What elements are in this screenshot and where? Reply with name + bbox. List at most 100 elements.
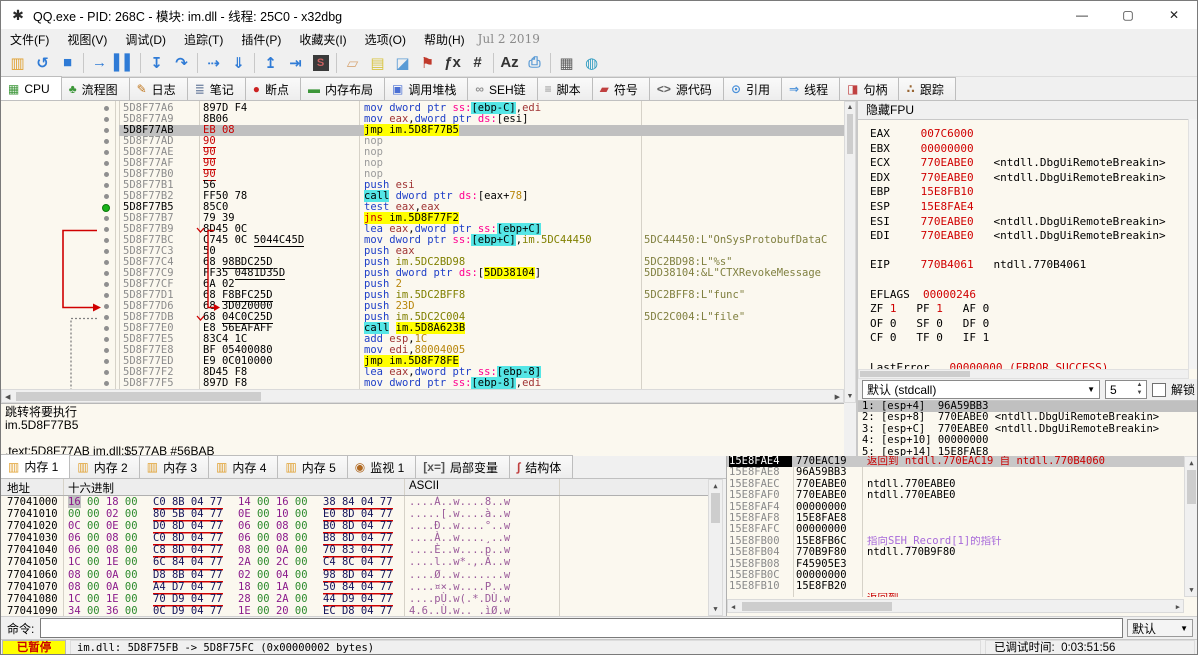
calculator-icon[interactable]: ▦ [554,51,579,75]
register-row[interactable]: ZF 1 PF 1 AF 0 [870,302,1189,317]
dump-row[interactable]: 77041080 1C 00 1E 00 70 D9 04 77 28 00 2A 0… [1,593,708,605]
tab-watch-1[interactable]: ◉ 监视 1 [346,455,417,478]
restart-icon[interactable]: ↺ [30,51,55,75]
maximize-button[interactable]: ▢ [1105,1,1151,29]
device-icon[interactable]: ⎙ [522,51,547,75]
tab-source[interactable]: <> 源代码 [648,77,724,100]
stop-icon[interactable]: ■ [55,51,80,75]
calling-convention-select[interactable]: 默认 (stdcall) ▼ [862,380,1100,399]
dump-row[interactable]: 77041050 1C 00 1E 00 6C 84 04 77 2A 00 2C 0… [1,556,708,568]
register-row[interactable]: OF 0 SF 0 DF 0 [870,317,1189,332]
tab-symbols[interactable]: ▰ 符号 [591,77,650,100]
dump-row[interactable]: 77041040 06 00 08 00 C8 8D 04 77 08 00 0A 0… [1,544,708,556]
tab-memory-map[interactable]: ▬ 内存布局 [300,77,386,100]
stack-vscrollbar[interactable]: ▲ ▼ [1184,456,1197,597]
register-row[interactable]: ESP 15E8FAE4 [870,200,1189,215]
tab-struct[interactable]: ∫ 结构体 [509,455,574,478]
dump-row[interactable]: 77041000 16 00 18 00 C0 8B 04 77 14 00 16 0… [1,496,708,508]
tab-dump-3[interactable]: ▥ 内存 3 [138,455,210,478]
unlock-checkbox[interactable] [1151,382,1166,397]
disasm-vscrollbar[interactable]: ▲ ▼ [844,101,856,403]
stack-panel[interactable]: 15E8FAE4 770EAC19 返回到 ntdll.770EAC19 自 ntd… [726,456,1197,616]
patches-icon[interactable]: ▱ [340,51,365,75]
stack-hscrollbar[interactable]: ◀ ▶ [727,599,1184,613]
globe-icon[interactable]: ◍ [579,51,604,75]
dump-vscrollbar[interactable]: ▲ ▼ [708,479,723,616]
tab-threads[interactable]: ⇒ 线程 [781,77,841,100]
tab-call-stack[interactable]: ▣ 调用堆栈 [384,77,469,100]
tab-log[interactable]: ✎ 日志 [128,77,188,100]
run-icon[interactable]: → [87,51,112,75]
menu-item-4[interactable]: 插件(P) [232,29,290,50]
tab-handles[interactable]: ◨ 句柄 [839,77,900,100]
disasm-row[interactable]: 5D8F77F5 897D F8 mov dword ptr ss:[ebp-8],… [1,377,844,389]
minimize-button[interactable]: — [1059,1,1105,29]
disassembly-panel[interactable]: 5D8F77A6 897D F4 mov dword ptr ss:[ebp-C],… [1,101,844,389]
skip-syscall-icon[interactable]: S [308,51,333,75]
stack-row[interactable]: 15E8FAF0 770EABE0 ntdll.770EABE0 [727,489,1184,501]
run-to-selection-icon[interactable]: ⇢ [201,51,226,75]
register-row[interactable]: EBP 15E8FB10 [870,185,1189,200]
tab-references[interactable]: ⊙ 引用 [722,77,783,100]
stack-row[interactable]: 15E8FB10 15E8FB20 [727,580,1184,592]
arg-count-stepper[interactable]: 5 ▲ ▼ [1104,380,1147,399]
hash-icon[interactable]: # [465,51,490,75]
tab-dump-5[interactable]: ▥ 内存 5 [277,455,348,478]
stack-row[interactable]: 返回到 [727,593,1184,597]
menu-item-3[interactable]: 追踪(T) [175,29,232,50]
step-into-icon[interactable]: ↧ [144,51,169,75]
tab-cpu[interactable]: ▦ CPU [1,76,62,100]
menu-item-6[interactable]: 选项(O) [356,29,415,50]
dump-row[interactable]: 77041070 08 00 0A 00 A4 D7 04 77 18 00 1A 0… [1,581,708,593]
dump-row[interactable]: 77041090 34 00 36 00 0C D9 04 77 1E 00 20 0… [1,605,708,616]
tab-breakpoints[interactable]: ● 断点 [244,77,301,100]
step-out-icon[interactable]: ⇓ [226,51,251,75]
open-file-icon[interactable]: ▥ [5,51,30,75]
tab-script[interactable]: ≡ 脚本 [536,77,593,100]
menu-item-5[interactable]: 收藏夹(I) [290,29,355,50]
menu-item-2[interactable]: 调试(D) [116,29,175,50]
register-row[interactable]: EFLAGS 00000246 [870,288,1189,303]
functions-icon[interactable]: ƒx [440,51,465,75]
pause-icon[interactable]: ▌▌ [112,51,137,75]
register-row[interactable]: EAX 007C6000 [870,127,1189,142]
registers-hscrollbar[interactable] [858,369,1189,379]
tab-trace[interactable]: ∴ 跟踪 [898,77,956,100]
register-row[interactable]: ESI 770EABE0 <ntdll.DbgUiRemoteBreakin> [870,215,1189,230]
dump-row[interactable]: 77041020 0C 00 0E 00 D0 8D 04 77 06 00 08 0… [1,520,708,532]
strings-az-icon[interactable]: Az [497,51,522,75]
execute-till-return-icon[interactable]: ↥ [258,51,283,75]
tab-notes[interactable]: ≣ 笔记 [186,77,246,100]
arguments-panel[interactable]: 1: [esp+4] 96A59BB3 2: [esp+8] 770EABE0 <… [858,400,1197,456]
menu-item-1[interactable]: 视图(V) [58,29,116,50]
bookmarks-icon[interactable]: ⚑ [415,51,440,75]
menu-item-0[interactable]: 文件(F) [1,29,58,50]
step-over-icon[interactable]: ↷ [169,51,194,75]
comments-icon[interactable]: ▤ [365,51,390,75]
registers-vscrollbar[interactable] [1188,119,1197,369]
run-to-user-code-icon[interactable]: ⇥ [283,51,308,75]
disasm-hscrollbar[interactable]: ◀ ▶ [1,389,844,403]
stack-row[interactable]: 15E8FB04 770B9F80 ntdll.770B9F80 [727,546,1184,558]
memory-dump-panel[interactable]: 地址 十六进制 ASCII 77041000 16 00 18 00 C0 8B 0… [1,479,723,616]
register-row[interactable]: CF 0 TF 0 IF 1 [870,331,1189,346]
tab-seh[interactable]: ∞ SEH链 [467,77,538,100]
close-button[interactable]: ✕ [1151,1,1197,29]
tab-graph[interactable]: ♣ 流程图 [60,77,130,100]
dump-row[interactable]: 77041060 08 00 0A 00 D8 8B 04 77 02 00 04 0… [1,569,708,581]
register-row[interactable]: EBX 00000000 [870,142,1189,157]
menu-item-7[interactable]: 帮助(H) [415,29,474,50]
breakpoint-dot[interactable] [102,204,110,212]
hide-fpu-button[interactable]: 隐藏FPU [858,101,1197,120]
dump-row[interactable]: 77041030 06 00 08 00 C0 8D 04 77 06 00 08 0… [1,532,708,544]
register-list[interactable]: EAX 007C6000 EBX 00000000 ECX 770EABE0 <nt… [858,119,1189,377]
register-row[interactable]: ECX 770EABE0 <ntdll.DbgUiRemoteBreakin> [870,156,1189,171]
tab-dump-2[interactable]: ▥ 内存 2 [69,455,140,478]
spin-down-icon[interactable]: ▼ [1134,390,1145,397]
labels-icon[interactable]: ◪ [390,51,415,75]
register-row[interactable]: EDX 770EABE0 <ntdll.DbgUiRemoteBreakin> [870,171,1189,186]
tab-locals[interactable]: [x=] 局部变量 [415,455,510,478]
register-row[interactable]: EIP 770B4061 ntdll.770B4061 [870,258,1189,273]
dump-row[interactable]: 77041010 00 00 02 00 80 5B 04 77 0E 00 10 0… [1,508,708,520]
register-row[interactable]: EDI 770EABE0 <ntdll.DbgUiRemoteBreakin> [870,229,1189,244]
